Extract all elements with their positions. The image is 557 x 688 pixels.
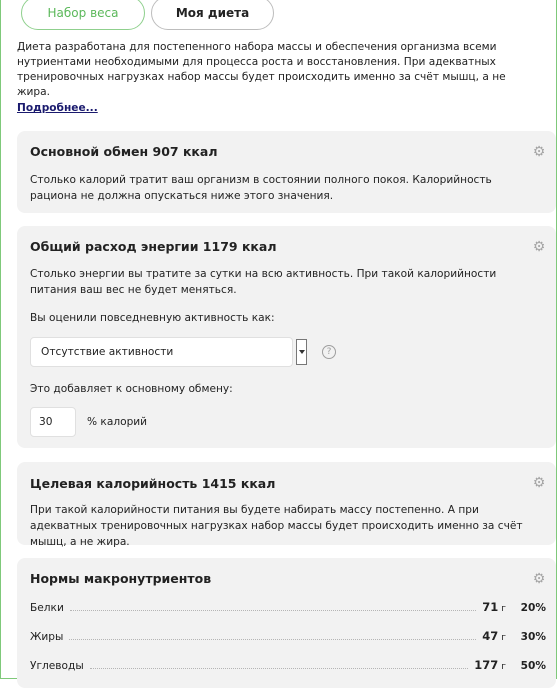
target-calories-card: Целевая калорийность 1415 ккал ⚙ При так… (17, 462, 556, 548)
macro-value: 47 г (482, 629, 506, 643)
tab-weight-gain[interactable]: Набор веса (21, 0, 145, 30)
dotted-leader (89, 668, 469, 669)
diet-tabs: Набор веса Моя диета (21, 0, 274, 30)
macro-percent: 30% (520, 631, 546, 643)
diet-description: Диета разработана для постепенного набор… (17, 40, 537, 116)
macro-percent: 50% (520, 660, 546, 672)
macronutrients-card: Нормы макронутриентов ⚙ Белки 71 г 20% Жи… (17, 558, 556, 688)
macro-name: Белки (30, 602, 64, 614)
tab-my-diet[interactable]: Моя диета (151, 0, 274, 30)
expenditure-text: Столько энергии вы тратите за сутки на в… (30, 268, 497, 296)
macro-value: 177 г (474, 658, 506, 672)
dotted-leader (69, 639, 477, 640)
macros-title: Нормы макронутриентов (30, 571, 212, 586)
percent-unit: % калорий (87, 416, 148, 428)
basal-metabolism-card: Основной обмен 907 ккал ⚙ Столько калори… (17, 131, 556, 213)
macro-value: 71 г (482, 600, 506, 614)
diet-description-text: Диета разработана для постепенного набор… (17, 41, 506, 98)
select-arrow-button[interactable] (296, 339, 307, 365)
gear-icon[interactable]: ⚙ (532, 240, 546, 254)
target-text: При такой калорийности питания вы будете… (30, 504, 523, 548)
macro-name: Углеводы (30, 660, 84, 672)
macro-row-protein: Белки 71 г 20% (30, 598, 546, 614)
basal-title: Основной обмен 907 ккал (30, 144, 218, 159)
gear-icon[interactable]: ⚙ (532, 572, 546, 586)
target-title: Целевая калорийность 1415 ккал (30, 476, 276, 491)
activity-label: Вы оценили повседневную активность как: (30, 312, 275, 324)
macro-row-fat: Жиры 47 г 30% (30, 627, 546, 643)
macro-row-carbs: Углеводы 177 г 50% (30, 656, 546, 672)
dotted-leader (69, 610, 477, 611)
chevron-down-icon (298, 350, 305, 354)
gear-icon[interactable]: ⚙ (532, 476, 546, 490)
adds-label: Это добавляет к основному обмену: (30, 383, 233, 395)
gear-icon[interactable]: ⚙ (532, 145, 546, 159)
activity-select[interactable]: Отсутствие активности (30, 337, 293, 367)
expenditure-title: Общий расход энергии 1179 ккал (30, 239, 277, 254)
more-link[interactable]: Подробнее... (17, 101, 98, 116)
macro-percent: 20% (520, 602, 546, 614)
help-icon[interactable]: ? (322, 345, 336, 359)
basal-text: Столько калорий тратит ваш организм в со… (30, 174, 492, 202)
activity-percent-input[interactable]: 30 (30, 407, 76, 437)
macro-name: Жиры (30, 631, 64, 643)
energy-expenditure-card: Общий расход энергии 1179 ккал ⚙ Столько… (17, 226, 556, 448)
